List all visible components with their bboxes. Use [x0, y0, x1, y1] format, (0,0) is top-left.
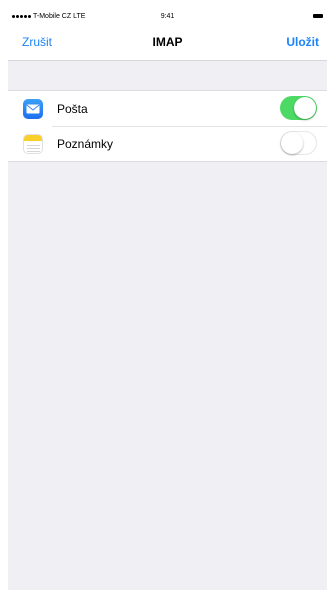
toggle-knob — [294, 97, 316, 119]
notes-label: Poznámky — [57, 137, 114, 151]
save-button[interactable]: Uložit — [286, 35, 319, 49]
page-title: IMAP — [152, 35, 183, 49]
navigation-bar: Zrušit IMAP Uložit — [8, 24, 327, 60]
notes-icon — [23, 134, 43, 154]
toggle-knob — [281, 132, 303, 154]
mail-toggle[interactable] — [280, 96, 317, 120]
status-time: 9:41 — [160, 13, 175, 20]
list-item-mail: Pošta — [8, 91, 327, 126]
account-services-list: Pošta Poznámky — [8, 90, 327, 162]
mail-icon — [23, 99, 43, 119]
status-bar: T-Mobile CZ LTE 9:41 — [8, 10, 327, 24]
list-item-notes: Poznámky — [8, 126, 327, 161]
notes-toggle[interactable] — [280, 131, 317, 155]
phone-screen: T-Mobile CZ LTE 9:41 Zrušit IMAP Uložit … — [8, 10, 327, 590]
mail-label: Pošta — [57, 102, 88, 116]
nav-divider — [8, 60, 327, 61]
battery-icon — [313, 14, 323, 18]
